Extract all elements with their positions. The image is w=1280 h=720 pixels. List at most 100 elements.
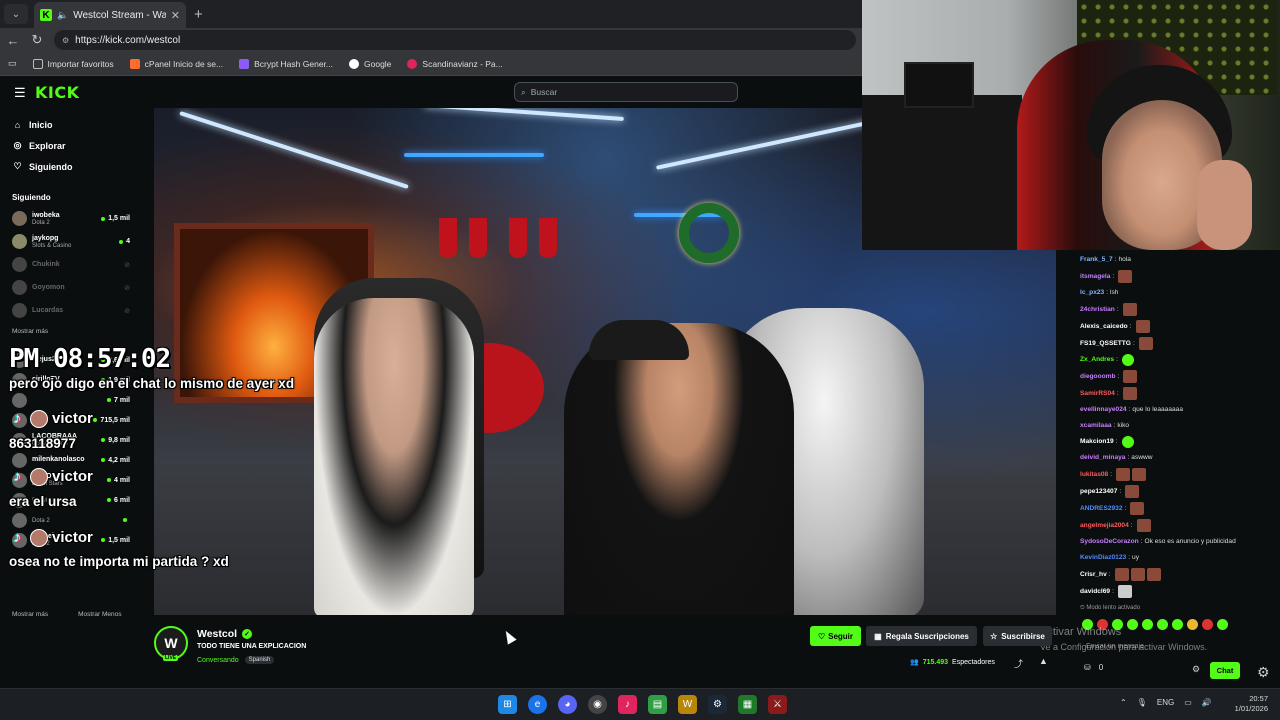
follow-button[interactable]: ♡ Seguir xyxy=(810,626,861,646)
chat-username[interactable]: Makcion19 xyxy=(1080,438,1114,446)
show-less-button[interactable]: Mostrar Menos xyxy=(78,611,121,618)
chat-username[interactable]: Zx_Andres xyxy=(1080,356,1114,364)
emote-icon[interactable] xyxy=(1142,619,1153,630)
emote-icon[interactable] xyxy=(1217,619,1228,630)
chat-username[interactable]: FS19_QSSETTG xyxy=(1080,340,1131,348)
emote-icon xyxy=(1122,303,1137,316)
app-icon[interactable]: ▤ xyxy=(648,695,667,714)
share-icon[interactable]: ⤴ xyxy=(1014,657,1023,670)
subscribe-button[interactable]: ☆ Suscribirse xyxy=(983,626,1052,646)
tab-kick[interactable]: K 🔈 Westcol Stream - Watch Live ✕ xyxy=(34,2,186,28)
report-icon[interactable]: ▲ xyxy=(1039,656,1048,666)
chat-text: que lo leaaaaaaa xyxy=(1132,406,1184,414)
bookmark-google[interactable]: Google xyxy=(349,58,391,69)
speaker-icon[interactable]: 🔈 xyxy=(57,10,68,21)
steam-icon[interactable]: ⚙ xyxy=(708,695,727,714)
channel-item[interactable]: jaykopg Slots & Casino 4 xyxy=(0,230,140,253)
language-indicator[interactable]: ENG xyxy=(1157,698,1174,707)
chat-username[interactable]: lukitas08 xyxy=(1080,471,1108,479)
chevron-up-icon[interactable]: ⌃ xyxy=(1120,698,1127,707)
sidebar-item-explorar[interactable]: ◎ Explorar xyxy=(0,135,140,156)
chat-username[interactable]: evellinnaye024 xyxy=(1080,406,1127,414)
chat-username[interactable]: angelmejia2004 xyxy=(1080,522,1129,530)
channel-name[interactable]: Westcol ✓ xyxy=(197,628,253,640)
chat-username[interactable]: 24christian xyxy=(1080,306,1115,314)
chat-send-button[interactable]: Chat xyxy=(1210,662,1240,679)
chat-username[interactable]: itsmagela xyxy=(1080,273,1110,281)
viewer-count xyxy=(123,518,130,522)
chat-username[interactable]: SamirRS04 xyxy=(1080,390,1115,398)
emote-icon xyxy=(1122,387,1137,400)
chat-username[interactable]: Crisr_hv xyxy=(1080,571,1107,579)
offline-icon: ⊘ xyxy=(124,261,130,269)
chat-username[interactable]: lc_px23 xyxy=(1080,289,1104,297)
windows-activation-hint: Ve a Configuración para activar Windows. xyxy=(1040,642,1208,652)
channel-item[interactable]: Chukink ⊘ xyxy=(0,253,140,276)
channel-item[interactable]: Lucardas ⊘ xyxy=(0,299,140,322)
edge-icon[interactable]: e xyxy=(528,695,547,714)
network-icon[interactable]: ▭ xyxy=(1184,698,1192,707)
close-tab-icon[interactable]: ✕ xyxy=(171,9,180,22)
reading-mode-icon[interactable]: ▭ xyxy=(8,58,17,69)
settings-icon[interactable]: ⚙ xyxy=(1257,664,1270,681)
chat-username[interactable]: diegooomb xyxy=(1080,373,1116,381)
sidebar-item-inicio[interactable]: ⌂ Inicio xyxy=(0,114,140,135)
chat-username[interactable]: deivid_minaya xyxy=(1080,454,1125,462)
chat-username[interactable]: xcamilaaa xyxy=(1080,422,1112,430)
category-link[interactable]: Conversando xyxy=(197,657,239,664)
excel-icon[interactable]: ▦ xyxy=(738,695,757,714)
channel-item[interactable]: 7 mil xyxy=(0,390,140,410)
emote-icon[interactable] xyxy=(1157,619,1168,630)
search-input[interactable]: ⌕ Buscar xyxy=(514,82,738,102)
emote-icon[interactable] xyxy=(1172,619,1183,630)
chat-username[interactable]: Alexis_caicedo xyxy=(1080,323,1128,331)
chat-username[interactable]: KevinDiaz0123 xyxy=(1080,554,1126,562)
chrome-icon[interactable]: ◉ xyxy=(588,695,607,714)
channel-item[interactable]: Goyomon ⊘ xyxy=(0,276,140,299)
taskbar-clock[interactable]: 20:57 1/01/2026 xyxy=(1228,694,1268,714)
chat-settings-icon[interactable]: ⚙ xyxy=(1192,664,1200,675)
tiktok-app-icon[interactable]: ♪ xyxy=(618,695,637,714)
bookmark-import[interactable]: Importar favoritos xyxy=(32,58,114,69)
url-field[interactable]: ⚙ https://kick.com/westcol xyxy=(54,30,856,50)
streamer-center xyxy=(564,323,794,615)
tiktok-icon: ♪ xyxy=(13,468,22,485)
sidebar-item-siguiendo[interactable]: ♡ Siguiendo xyxy=(0,156,140,177)
start-icon[interactable]: ⊞ xyxy=(498,695,517,714)
gift-subs-button[interactable]: ▦ Regala Suscripciones xyxy=(866,626,977,646)
chat-colon: : xyxy=(1128,554,1131,562)
emote-icon[interactable] xyxy=(1127,619,1138,630)
volume-icon[interactable]: 🔊 xyxy=(1202,698,1212,707)
reload-icon[interactable]: ↻ xyxy=(30,32,44,48)
dota-icon[interactable]: ⚔ xyxy=(768,695,787,714)
show-more-link[interactable]: Mostrar más xyxy=(0,328,140,340)
bookmark-cpanel[interactable]: cPanel Inicio de se... xyxy=(129,58,223,69)
bookmark-scandinavianz[interactable]: Scandinavianz - Pa... xyxy=(407,58,503,69)
tab-list-icon[interactable]: ⌄ xyxy=(4,4,28,24)
google-icon xyxy=(349,58,359,69)
menu-icon[interactable]: ☰ xyxy=(14,85,26,101)
chat-username[interactable]: SydosoDeCorazon xyxy=(1080,538,1139,546)
emote-icon[interactable] xyxy=(1187,619,1198,630)
show-more-button[interactable]: Mostrar más xyxy=(12,611,48,618)
bookmark-bcrypt[interactable]: Bcrypt Hash Gener... xyxy=(239,58,333,69)
discord-icon[interactable]: ◕ xyxy=(558,695,577,714)
emote-icon[interactable] xyxy=(1202,619,1213,630)
wow-icon[interactable]: W xyxy=(678,695,697,714)
chat-username[interactable]: ANDRES2932 xyxy=(1080,505,1123,513)
search-icon: ⌕ xyxy=(521,86,526,97)
microphone-icon[interactable]: 🎙 xyxy=(1137,698,1147,707)
language-tag[interactable]: Spanish xyxy=(244,656,275,664)
new-tab-icon[interactable]: + xyxy=(194,6,203,23)
chat-points[interactable]: ⛁ 0 xyxy=(1084,663,1103,672)
kick-logo[interactable]: KICK xyxy=(35,83,80,102)
chat-message: Alexis_caicedo: xyxy=(1072,320,1250,333)
chat-username[interactable]: davidcl69 xyxy=(1080,588,1110,596)
back-icon[interactable]: ← xyxy=(6,33,20,48)
site-info-icon[interactable]: ⚙ xyxy=(62,36,69,45)
chat-username[interactable]: pepe123407 xyxy=(1080,488,1117,496)
channel-item[interactable]: iwobeka Dota 2 1,5 mil xyxy=(0,207,140,230)
chat-username[interactable]: Frank_5_7 xyxy=(1080,256,1113,264)
channel-item[interactable]: Dota 2 xyxy=(0,510,140,530)
chat-message: SydosoDeCorazon: Ok eso es anuncio y publ… xyxy=(1072,536,1250,548)
